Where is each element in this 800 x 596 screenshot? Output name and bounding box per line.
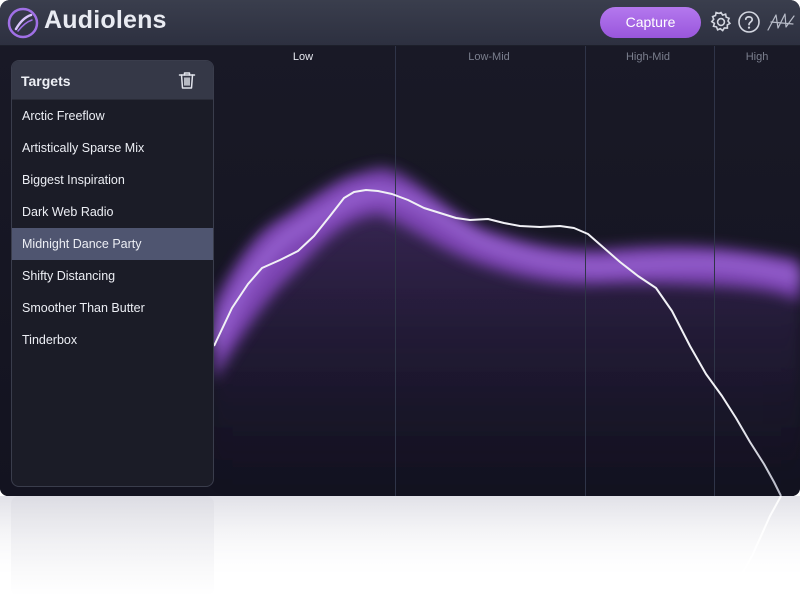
gear-icon[interactable] (709, 10, 733, 34)
capture-button[interactable]: Capture (600, 7, 701, 38)
izotope-signature-icon (767, 13, 795, 31)
band-label-high-mid[interactable]: High-Mid (626, 51, 670, 63)
target-item[interactable]: Artistically Sparse Mix (12, 132, 213, 164)
target-item[interactable]: Arctic Freeflow (12, 100, 213, 132)
app-title: Audiolens (44, 6, 167, 34)
help-icon[interactable] (737, 10, 761, 34)
band-label-low[interactable]: Low (293, 51, 313, 63)
target-list: Arctic Freeflow Artistically Sparse Mix … (12, 100, 213, 356)
band-label-low-mid[interactable]: Low-Mid (468, 51, 510, 63)
audiolens-logo (7, 7, 39, 39)
audiolens-window: Audiolens Capture Low Low-Mid High-Mid H… (0, 0, 800, 496)
trash-icon[interactable] (177, 70, 197, 90)
targets-title: Targets (21, 73, 71, 89)
targets-panel: Targets Arctic Freeflow Artistically Spa… (11, 60, 214, 487)
targets-panel-header: Targets (12, 61, 213, 100)
target-item[interactable]: Shifty Distancing (12, 260, 213, 292)
target-item-selected[interactable]: Midnight Dance Party (12, 228, 213, 260)
window-reflection (0, 496, 800, 596)
header-bar: Audiolens Capture (0, 0, 800, 46)
target-item[interactable]: Tinderbox (12, 324, 213, 356)
band-label-high[interactable]: High (746, 51, 769, 63)
target-item[interactable]: Biggest Inspiration (12, 164, 213, 196)
target-item[interactable]: Smoother Than Butter (12, 292, 213, 324)
target-item[interactable]: Dark Web Radio (12, 196, 213, 228)
